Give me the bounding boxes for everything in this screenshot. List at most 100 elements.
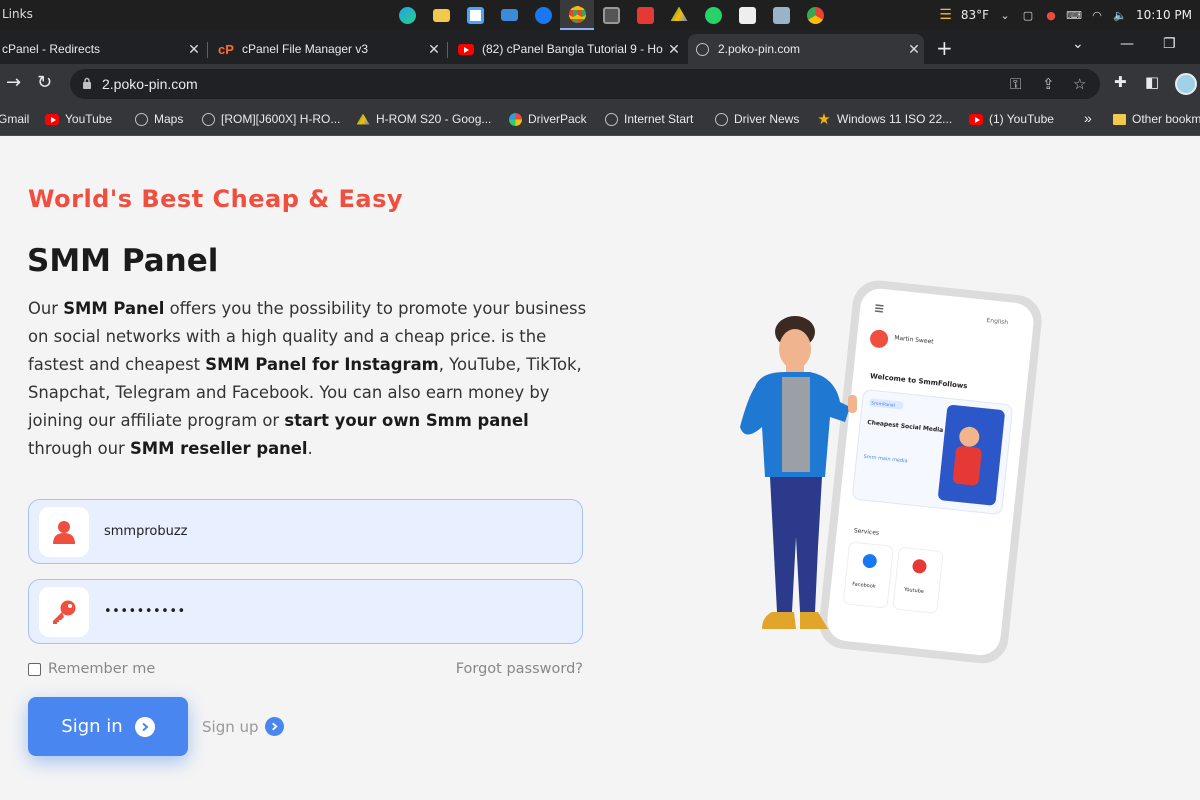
tab-poko-pin[interactable]: 2.poko-pin.com ✕ xyxy=(688,34,924,64)
browser-toolbar: → ↻ 2.poko-pin.com ⚿ ⇪ ☆ ✚ ◧ xyxy=(0,64,1200,104)
new-tab-button[interactable]: + xyxy=(936,38,953,58)
globe-icon xyxy=(604,112,618,126)
bookmarks-overflow-button[interactable]: » xyxy=(1084,110,1092,126)
edge-icon[interactable] xyxy=(390,0,424,30)
google-drive-icon xyxy=(356,112,370,126)
hero-tagline: World's Best Cheap & Easy xyxy=(28,185,404,213)
restore-button[interactable]: ❐ xyxy=(1163,36,1176,52)
sign-up-link[interactable]: Sign up xyxy=(202,717,284,736)
chrome-icon[interactable] xyxy=(560,0,594,30)
volume-icon[interactable]: 🔈 xyxy=(1113,8,1127,22)
chrome-profile-icon[interactable] xyxy=(798,0,832,30)
bookmark-gmail[interactable]: Gmail xyxy=(0,112,29,126)
bookmark-label: Gmail xyxy=(0,112,30,126)
bookmark-maps[interactable]: Maps xyxy=(134,112,183,126)
code-editor-icon[interactable] xyxy=(730,0,764,30)
keyboard-lang-icon[interactable]: ⌨ xyxy=(1066,8,1082,22)
close-icon[interactable]: ✕ xyxy=(664,41,684,58)
youtube-icon xyxy=(45,112,59,126)
username-field[interactable]: smmprobuzz xyxy=(28,499,583,564)
bookmark-rom-j600x[interactable]: [ROM][J600X] H-RO... xyxy=(201,112,340,126)
profile-avatar[interactable] xyxy=(1175,73,1197,95)
anydesk-icon[interactable] xyxy=(628,0,662,30)
photos-icon[interactable] xyxy=(764,0,798,30)
remember-me[interactable]: Remember me xyxy=(28,661,155,677)
star-icon: ★ xyxy=(817,111,831,128)
tab-divider xyxy=(207,42,208,58)
bookmark-internet-start[interactable]: Internet Start xyxy=(604,112,693,126)
url-text[interactable]: 2.poko-pin.com xyxy=(102,76,198,92)
file-explorer-icon[interactable] xyxy=(424,0,458,30)
chevron-up-icon[interactable]: ⌄ xyxy=(998,8,1012,22)
weather-icon[interactable]: ☰ xyxy=(939,7,952,23)
windows-taskbar: Links ☰ 83°F ⌄ ▢ ● ⌨ ◠ 🔈 10:10 PM xyxy=(0,0,1200,30)
desc-text: Our xyxy=(28,299,64,318)
bookmark-label: (1) YouTube xyxy=(989,112,1054,126)
tab-search-chevron-icon[interactable]: ⌄ xyxy=(1072,36,1084,52)
reload-icon[interactable]: ↻ xyxy=(37,72,52,94)
globe-icon xyxy=(714,112,728,126)
password-field[interactable]: •••••••••• xyxy=(28,579,583,644)
bookmark-windows-11-iso[interactable]: ★ Windows 11 ISO 22... xyxy=(817,111,952,128)
meet-icon[interactable]: ▢ xyxy=(1021,8,1035,22)
globe-icon xyxy=(134,112,148,126)
chevron-right-icon xyxy=(264,717,284,736)
bookmark-driver-news[interactable]: Driver News xyxy=(714,112,799,126)
user-icon xyxy=(39,507,89,557)
close-icon[interactable]: ✕ xyxy=(424,41,444,58)
share-icon[interactable]: ⇪ xyxy=(1042,75,1055,93)
driverpack-icon xyxy=(508,112,522,126)
address-bar[interactable]: 2.poko-pin.com ⚿ ⇪ ☆ xyxy=(70,69,1100,99)
sign-in-label: Sign in xyxy=(61,716,123,737)
bookmark-youtube-1[interactable]: (1) YouTube xyxy=(969,112,1054,126)
bookmark-hrom-s20[interactable]: H-ROM S20 - Goog... xyxy=(356,112,491,126)
bookmark-label: H-ROM S20 - Goog... xyxy=(376,112,492,126)
page-content: World's Best Cheap & Easy SMM Panel Our … xyxy=(0,137,1200,800)
cpanel-icon: cP xyxy=(218,41,234,57)
close-icon[interactable]: ✕ xyxy=(904,41,924,58)
tab-title: 2.poko-pin.com xyxy=(718,42,801,56)
bookmark-youtube[interactable]: YouTube xyxy=(45,112,112,126)
phone-mockup: English Martin Sweet Welcome to SmmFollo… xyxy=(819,280,1042,664)
system-tray: ☰ 83°F ⌄ ▢ ● ⌨ ◠ 🔈 10:10 PM xyxy=(939,0,1192,30)
film-app-icon[interactable] xyxy=(594,0,628,30)
extensions-puzzle-icon[interactable]: ✚ xyxy=(1114,73,1127,91)
mail-icon[interactable] xyxy=(492,0,526,30)
key-icon[interactable]: ⚿ xyxy=(1010,75,1021,93)
desc-bold: SMM reseller panel xyxy=(129,439,308,458)
forward-icon[interactable]: → xyxy=(6,72,21,94)
wifi-icon[interactable]: ◠ xyxy=(1090,8,1104,22)
clock-time[interactable]: 10:10 PM xyxy=(1136,8,1192,22)
facebook-icon[interactable] xyxy=(526,0,560,30)
bookmark-label: DriverPack xyxy=(528,112,587,126)
weather-temp[interactable]: 83°F xyxy=(961,8,989,22)
bookmark-other-bookmarks[interactable]: Other bookm xyxy=(1112,112,1200,126)
store-icon[interactable] xyxy=(458,0,492,30)
close-icon[interactable]: ✕ xyxy=(184,41,204,58)
username-value[interactable]: smmprobuzz xyxy=(104,524,188,539)
password-value[interactable]: •••••••••• xyxy=(104,604,186,619)
hero-illustration: English Martin Sweet Welcome to SmmFollo… xyxy=(740,280,1042,664)
forgot-password-link[interactable]: Forgot password? xyxy=(456,661,583,677)
remember-label[interactable]: Remember me xyxy=(48,661,155,677)
side-panel-icon[interactable]: ◧ xyxy=(1145,73,1159,91)
remember-checkbox[interactable] xyxy=(28,662,41,676)
overflow-chevron-icon: » xyxy=(1084,110,1092,126)
lock-icon[interactable] xyxy=(82,77,92,89)
sign-in-button[interactable]: Sign in xyxy=(28,697,188,756)
bookmark-label: Maps xyxy=(154,112,184,126)
tab-cpanel-redirects[interactable]: cPanel - Redirects ✕ xyxy=(0,34,204,64)
chevron-right-icon xyxy=(134,716,155,737)
tab-title: cPanel File Manager v3 xyxy=(242,42,369,56)
minimize-button[interactable]: — xyxy=(1120,36,1134,52)
bookmark-label: [ROM][J600X] H-RO... xyxy=(221,112,341,126)
star-bookmark-icon[interactable]: ☆ xyxy=(1073,75,1086,93)
google-drive-icon[interactable] xyxy=(662,0,696,30)
whatsapp-icon[interactable] xyxy=(696,0,730,30)
bookmark-driverpack[interactable]: DriverPack xyxy=(508,112,587,126)
sign-up-label: Sign up xyxy=(202,717,259,736)
tab-cpanel-file-manager[interactable]: cP cPanel File Manager v3 ✕ xyxy=(212,34,444,64)
tab-youtube-tutorial[interactable]: (82) cPanel Bangla Tutorial 9 - Ho ✕ xyxy=(452,34,684,64)
onedrive-icon[interactable]: ● xyxy=(1044,8,1058,22)
taskbar-links-label[interactable]: Links xyxy=(2,7,33,21)
